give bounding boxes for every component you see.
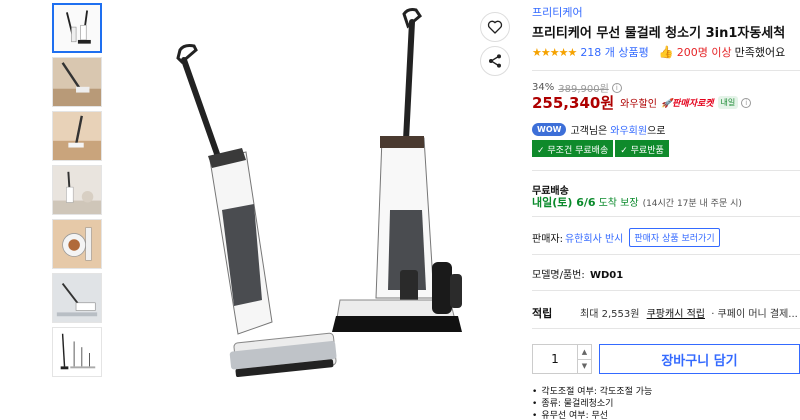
spec-item: 각도조절 여부: 각도조절 가능: [532, 386, 652, 398]
divider: [532, 216, 800, 217]
thumbnail-1[interactable]: [52, 3, 102, 53]
rating-stars: ★★★★★: [532, 45, 577, 59]
delivery-date: 내일(토) 6/6: [532, 196, 596, 209]
spec-item: 유무선 여부: 무선: [532, 410, 652, 420]
thumbnail-7[interactable]: [52, 327, 102, 377]
points-text: 최대 2,553원 쿠팡캐시 적립 · 쿠페이 머니 결제...: [580, 305, 798, 320]
thumbnail-2[interactable]: [52, 57, 102, 107]
product-page: 프리티케어 프리티케어 무선 물걸레 청소기 3in1자동세척 ★★★★★ 21…: [0, 0, 800, 420]
wow-text-after: 으로: [647, 126, 666, 137]
info-icon[interactable]: i: [741, 97, 752, 108]
thumbnail-6[interactable]: [52, 273, 102, 323]
seller-name-link[interactable]: 유한회사 반시: [565, 230, 623, 245]
model-row: 모델명/품번: WD01: [532, 266, 623, 281]
product-title: 프리티케어 무선 물걸레 청소기 3in1자동세척: [532, 26, 786, 41]
wow-sale-label: 와우할인: [620, 99, 657, 110]
quantity-up-button[interactable]: ▲: [578, 345, 591, 359]
thumbnail-5[interactable]: [52, 219, 102, 269]
free-return-badge: ✓ 무료반품: [615, 140, 669, 157]
quantity-down-button[interactable]: ▼: [578, 358, 591, 374]
rocket-badge: 🚀판매자로켓: [660, 99, 714, 109]
shipping-row: 내일(토) 6/6 도착 보장 (14시간 17분 내 주문 시): [532, 194, 742, 210]
spec-item: 종류: 물걸레청소기: [532, 398, 652, 410]
brand-link[interactable]: 프리티케어: [532, 4, 583, 20]
points-extra: · 쿠페이 머니 결제...: [711, 309, 798, 320]
seller-label: 판매자:: [532, 234, 563, 245]
points-label: 적립: [532, 307, 553, 320]
thumbs-up-icon: 👍: [658, 45, 674, 59]
wow-member-link[interactable]: 와우회원: [610, 122, 647, 137]
price-row: 255,340원 와우할인 🚀판매자로켓 내일 i: [532, 92, 752, 113]
delivery-guarantee: 도착 보장: [598, 198, 639, 209]
add-to-cart-button[interactable]: 장바구니 담기: [599, 344, 800, 374]
wishlist-button[interactable]: [480, 12, 510, 42]
divider: [532, 328, 800, 329]
coupang-cash-link[interactable]: 쿠팡캐시 적립: [647, 309, 705, 320]
free-benefit-badges: ✓ 무조건 무료배송 ✓ 무료반품: [532, 140, 669, 157]
spec-list: 각도조절 여부: 각도조절 가능 종류: 물걸레청소기 유무선 여부: 무선: [532, 386, 652, 420]
satisfied-count: 200명 이상: [676, 46, 732, 59]
quantity-stepper[interactable]: 1 ▲ ▼: [532, 344, 592, 374]
share-icon: [489, 54, 501, 68]
points-amount: 최대 2,553원: [580, 309, 640, 320]
main-product-image: [150, 0, 480, 420]
divider: [532, 290, 800, 291]
divider: [532, 254, 800, 255]
wow-membership-row: WOW 고객님은 와우회원 으로: [532, 122, 665, 137]
model-label: 모델명/품번:: [532, 270, 585, 281]
satisfied-text: 만족했어요: [734, 46, 786, 59]
wow-badge: WOW: [532, 123, 567, 136]
tomorrow-badge: 내일: [717, 96, 739, 109]
wow-text-before: 고객님은: [570, 126, 608, 137]
divider: [532, 170, 800, 171]
sale-price: 255,340원: [532, 94, 615, 112]
rating-row: ★★★★★ 218 개 상품평 👍 200명 이상 만족했어요: [532, 44, 785, 60]
seller-products-button[interactable]: 판매자 상품 보러가기: [629, 228, 720, 247]
seller-row: 판매자: 유한회사 반시 판매자 상품 보러가기: [532, 228, 720, 247]
share-button[interactable]: [480, 46, 510, 76]
quantity-arrows: ▲ ▼: [577, 345, 591, 373]
thumbnail-list: [52, 3, 104, 381]
thumbnail-3[interactable]: [52, 111, 102, 161]
free-shipping-badge: ✓ 무조건 무료배송: [532, 140, 614, 157]
divider: [532, 70, 800, 71]
delivery-note: (14시간 17분 내 주문 시): [642, 199, 742, 209]
heart-icon: [487, 20, 503, 34]
thumbnail-4[interactable]: [52, 165, 102, 215]
model-value: WD01: [589, 270, 624, 281]
review-count-link[interactable]: 218 개 상품평: [580, 44, 648, 60]
info-icon[interactable]: i: [611, 82, 622, 93]
quantity-value[interactable]: 1: [533, 345, 577, 373]
